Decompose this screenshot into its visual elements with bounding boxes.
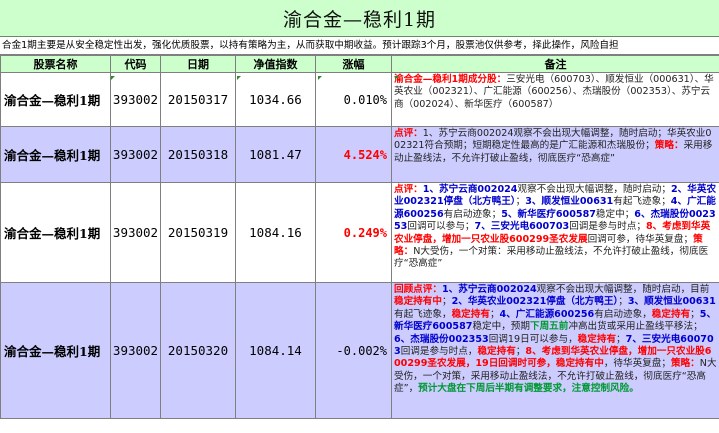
table-row: 渝合金—稳利1期 393002 20150317 1034.66 0.010% … bbox=[0, 72, 719, 127]
index-cell[interactable]: 1084.16 bbox=[235, 182, 316, 283]
note-segment: ； bbox=[489, 308, 500, 320]
note-segment: 4、广汇能源600256 bbox=[499, 308, 595, 320]
note-cell[interactable]: 回顾点评：1、苏宁云商002024观察不会出现大幅调整，随时启动，目前稳定持有中… bbox=[391, 282, 719, 419]
title-row: 渝合金—稳利1期 bbox=[0, 0, 719, 37]
comment-marker-icon bbox=[237, 76, 241, 80]
note-segment: 稳定持有 bbox=[577, 333, 617, 345]
stock-name-cell[interactable]: 渝合金—稳利1期 bbox=[0, 282, 111, 419]
note-segment: ； bbox=[515, 196, 526, 208]
header-code[interactable]: 代码 bbox=[110, 55, 161, 73]
nav-table: 股票名称 代码 日期 净值指数 涨幅 备注 渝合金—稳利1期 393002 20… bbox=[0, 55, 719, 419]
change-cell[interactable]: 4.524% bbox=[315, 126, 392, 183]
code-cell[interactable]: 393002 bbox=[110, 72, 161, 127]
note-segment: ； bbox=[441, 296, 452, 308]
note-segment: 19日回调时可参， bbox=[475, 358, 556, 370]
note-segment: N大受伤，一个对策：采用移动止盈线法，不允许打破止盈线，彻底医疗“恐高症” bbox=[394, 246, 709, 270]
note-segment: 1、苏宁云商002024 bbox=[422, 184, 518, 195]
note-segment: 有启动迹象； bbox=[443, 208, 502, 220]
header-note[interactable]: 备注 bbox=[391, 55, 719, 73]
index-cell[interactable]: 1081.47 bbox=[235, 126, 316, 183]
note-segment: 回调可以参与； bbox=[407, 221, 475, 233]
header-index[interactable]: 净值指数 bbox=[235, 55, 316, 73]
note-segment: 回顾点评： bbox=[394, 284, 442, 295]
comment-marker-icon bbox=[395, 76, 399, 80]
index-cell[interactable]: 1084.14 bbox=[235, 282, 316, 419]
table-row: 渝合金—稳利1期 393002 20150319 1084.16 0.249% … bbox=[0, 182, 719, 283]
note-segment: 点评： bbox=[394, 184, 423, 195]
note-segment: 稳定中，预期 bbox=[472, 321, 530, 333]
code-cell[interactable]: 393002 bbox=[110, 282, 161, 419]
stock-name-cell[interactable]: 渝合金—稳利1期 bbox=[0, 72, 111, 127]
note-segment: 有启动迹象， bbox=[594, 308, 652, 320]
note-segment: 有起飞迹象， bbox=[394, 308, 452, 320]
note-segment: 冲高出货或采用止盈线平移法； bbox=[568, 321, 703, 333]
table-row: 渝合金—稳利1期 393002 20150320 1084.14 -0.002%… bbox=[0, 282, 719, 419]
note-segment: 稳定中； bbox=[595, 208, 635, 220]
date-cell[interactable]: 20150318 bbox=[160, 126, 236, 183]
note-segment: 2、华英农业002321停盘（北方鸭王） bbox=[451, 296, 619, 308]
note-segment: 3、顺发恒业00631 bbox=[627, 296, 716, 308]
change-cell[interactable]: 0.010% bbox=[315, 72, 392, 127]
stock-name-cell[interactable]: 渝合金—稳利1期 bbox=[0, 182, 111, 283]
note-segment: 点评： bbox=[394, 128, 423, 139]
note-segment: 1、苏宁云商002024 bbox=[441, 284, 537, 295]
date-cell[interactable]: 20150317 bbox=[160, 72, 236, 127]
header-date[interactable]: 日期 bbox=[160, 55, 236, 73]
note-segment: 3、顺发恒业00631 bbox=[525, 196, 614, 208]
note-cell[interactable]: 点评：1、苏宁云商002024观察不会出现大幅调整，随时启动；2、华英农业002… bbox=[391, 182, 719, 283]
comment-marker-icon bbox=[318, 76, 322, 80]
note-segment: 稳定持有 bbox=[451, 308, 490, 320]
code-cell[interactable]: 393002 bbox=[110, 182, 161, 283]
description-row: 合金1期主要是从安全稳定性出发，强化优质股票，以持有策略为主，从而获取中期收益。… bbox=[0, 37, 719, 55]
note-segment: 预计大盘在下周后半期有调整要求，注意控制风险。 bbox=[418, 383, 639, 395]
code-cell[interactable]: 393002 bbox=[110, 126, 161, 183]
change-cell[interactable]: -0.002% bbox=[315, 282, 392, 419]
note-cell[interactable]: 点评：1、苏宁云商002024观察不会出现大幅调整，随时启动；华英农业00232… bbox=[391, 126, 719, 183]
note-segment: 回调是参与时点， bbox=[400, 346, 478, 358]
change-cell[interactable]: 0.249% bbox=[315, 182, 392, 283]
note-cell[interactable]: 渝合金—稳利1期成分股：三安光电（600703）、顺发恒业（000631）、华英… bbox=[391, 72, 719, 127]
table-row: 渝合金—稳利1期 393002 20150318 1081.47 4.524% … bbox=[0, 126, 719, 183]
note-segment: ； bbox=[690, 308, 700, 320]
header-change[interactable]: 涨幅 bbox=[315, 55, 392, 73]
spreadsheet: 渝合金—稳利1期 合金1期主要是从安全稳定性出发，强化优质股票，以持有策略为主，… bbox=[0, 0, 719, 433]
note-segment: 稳定持有中 bbox=[555, 358, 604, 370]
note-segment: 稳定持有中 bbox=[394, 296, 442, 308]
sheet-title: 渝合金—稳利1期 bbox=[282, 8, 437, 31]
note-segment: 7、三安光电600703 bbox=[474, 221, 570, 233]
note-segment: 6、杰瑞股份002353 bbox=[394, 333, 489, 345]
note-segment: ； bbox=[618, 296, 628, 308]
header-name[interactable]: 股票名称 bbox=[0, 55, 111, 73]
note-segment: ，待华英复盘； bbox=[603, 358, 671, 370]
note-segment: 观察不会出现大幅调整，随时启动； bbox=[517, 184, 671, 195]
note-segment: 有起飞迹象； bbox=[613, 196, 671, 208]
note-segment: 5、新华医疗600587 bbox=[501, 208, 596, 220]
note-segment: ； bbox=[515, 346, 526, 358]
note-segment: 渝合金—稳利1期成分股： bbox=[394, 74, 507, 85]
comment-marker-icon bbox=[111, 76, 115, 80]
date-cell[interactable]: 20150320 bbox=[160, 282, 236, 419]
note-segment: 观察不会出现大幅调整，随时启动，目前 bbox=[536, 284, 710, 295]
note-segment: 策略： bbox=[654, 140, 684, 152]
header-row: 股票名称 代码 日期 净值指数 涨幅 备注 bbox=[0, 55, 719, 73]
note-segment: 策略： bbox=[671, 358, 700, 370]
note-segment: 回调19日可以参与， bbox=[488, 333, 578, 345]
note-segment: 稳定持有 bbox=[651, 308, 691, 320]
index-cell[interactable]: 1034.66 bbox=[235, 72, 316, 127]
stock-name-cell[interactable]: 渝合金—稳利1期 bbox=[0, 126, 111, 183]
date-cell[interactable]: 20150319 bbox=[160, 182, 236, 283]
note-segment: 回调是参与时点； bbox=[569, 221, 646, 233]
note-segment: 回调可参，待华英复盘； bbox=[587, 233, 694, 245]
note-segment: 稳定持有 bbox=[477, 346, 516, 358]
note-segment: 下周五前 bbox=[530, 321, 569, 333]
note-segment: ； bbox=[616, 333, 626, 345]
